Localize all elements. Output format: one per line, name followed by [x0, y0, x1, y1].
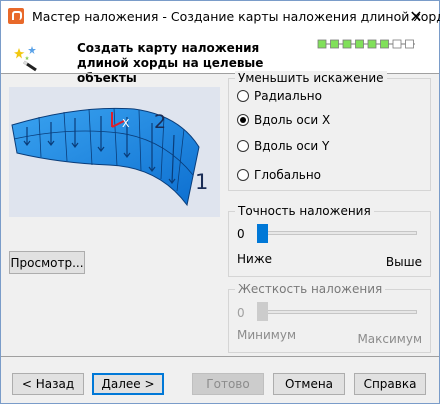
stiffness-slider-track — [257, 310, 417, 314]
stiffness-min-label: Минимум — [237, 328, 297, 342]
radio-global[interactable]: Глобально — [237, 167, 321, 183]
progress-step — [367, 39, 377, 49]
progress-step — [342, 39, 352, 49]
progress-step — [330, 39, 339, 49]
stiffness-max-label: Максимум — [357, 332, 422, 346]
stiffness-value: 0 — [237, 306, 245, 320]
wizard-wand-icon — [14, 46, 37, 72]
radio-along-y[interactable]: Вдоль оси Y — [237, 138, 329, 154]
progress-step — [317, 39, 327, 49]
mapping-stiffness-legend: Жесткость наложения — [235, 282, 386, 296]
radio-radial-circle[interactable] — [237, 90, 249, 102]
accuracy-slider-thumb[interactable] — [257, 224, 268, 243]
radio-global-circle[interactable] — [237, 169, 249, 181]
mapping-preview-image: X 2 1 — [9, 87, 220, 217]
back-button[interactable]: < Назад — [12, 373, 84, 395]
close-button[interactable]: ✕ — [393, 1, 439, 32]
reduce-distortion-group: Уменьшить искажение Радиально Вдоль оси … — [228, 71, 431, 191]
mapping-accuracy-group: Точность наложения 0 Ниже Выше — [228, 204, 431, 277]
accuracy-slider-track[interactable] — [257, 231, 417, 235]
app-logo-icon — [8, 8, 24, 24]
finish-button: Готово — [192, 373, 264, 395]
next-button[interactable]: Далее > — [92, 373, 164, 395]
stiffness-slider-thumb — [257, 302, 268, 321]
radio-along-y-label: Вдоль оси Y — [254, 139, 330, 153]
radio-radial[interactable]: Радиально — [237, 88, 322, 104]
curved-surface-illustration: X 2 1 — [11, 107, 208, 207]
progress-step — [405, 39, 414, 49]
wizard-progress-indicator — [317, 39, 415, 49]
reduce-distortion-legend: Уменьшить искажение — [235, 71, 387, 85]
accuracy-value: 0 — [237, 227, 245, 241]
progress-step — [355, 39, 364, 49]
axis-label-2: 2 — [154, 111, 166, 133]
radio-along-x-label: Вдоль оси X — [254, 113, 331, 127]
radio-along-x-circle[interactable] — [237, 114, 249, 126]
wizard-window: Мастер наложения - Создание карты наложе… — [0, 0, 440, 404]
progress-step — [380, 39, 389, 49]
radio-global-label: Глобально — [254, 168, 322, 182]
progress-step — [392, 39, 402, 49]
cancel-button[interactable]: Отмена — [273, 373, 345, 395]
accuracy-min-label: Ниже — [237, 252, 273, 266]
axis-label-x: X — [122, 117, 130, 130]
radio-along-x[interactable]: Вдоль оси X — [237, 112, 330, 128]
footer-divider — [1, 356, 439, 357]
title-bar: Мастер наложения - Создание карты наложе… — [1, 1, 440, 32]
radio-radial-label: Радиально — [254, 89, 322, 103]
axis-label-1: 1 — [195, 170, 208, 194]
mapping-accuracy-legend: Точность наложения — [235, 204, 374, 218]
help-button[interactable]: Справка — [354, 373, 426, 395]
preview-button[interactable]: Просмотр... — [9, 251, 85, 274]
radio-along-y-circle[interactable] — [237, 140, 249, 152]
window-title: Мастер наложения - Создание карты наложе… — [32, 9, 440, 24]
accuracy-max-label: Выше — [385, 255, 422, 269]
mapping-stiffness-group: Жесткость наложения 0 Минимум Максимум — [228, 282, 431, 353]
